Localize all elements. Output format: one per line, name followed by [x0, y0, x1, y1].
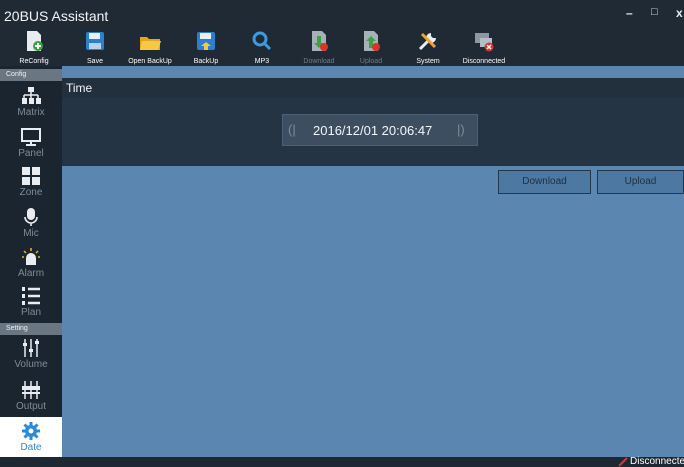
- gear-icon: [22, 422, 40, 440]
- minimize-button[interactable]: –: [626, 6, 633, 20]
- zone-icon: [22, 167, 40, 185]
- next-bracket: |): [457, 122, 465, 137]
- save-icon: [86, 32, 104, 50]
- reconfig-icon: [27, 31, 43, 51]
- system-label: System: [416, 58, 440, 65]
- sidebar-item-zone[interactable]: Zone: [0, 162, 62, 202]
- output-icon: [22, 381, 40, 399]
- upload-toolbar-label: Upload: [359, 58, 383, 65]
- status-bar: Disconnected: [0, 456, 684, 467]
- title-bar: 20BUS Assistant – □ x: [0, 0, 684, 30]
- matrix-icon: [22, 87, 41, 104]
- volume-icon: [23, 339, 39, 357]
- open-backup-button[interactable]: Open BackUp: [122, 28, 178, 66]
- save-label: Save: [87, 58, 103, 65]
- app-title: 20BUS Assistant: [4, 8, 109, 24]
- sidebar-item-panel[interactable]: Panel: [0, 123, 62, 163]
- sidebar-item-plan[interactable]: Plan: [0, 282, 62, 322]
- disconnected-icon: [475, 33, 494, 52]
- upload-icon: [364, 31, 380, 51]
- plan-icon: [22, 287, 40, 305]
- reconfig-label: ReConfig: [19, 58, 49, 65]
- alarm-icon: [22, 248, 40, 265]
- backup-label: BackUp: [193, 58, 219, 65]
- reconfig-button[interactable]: ReConfig: [18, 28, 50, 66]
- close-button[interactable]: x: [676, 6, 683, 20]
- panel-title: Time: [66, 81, 93, 95]
- datetime-picker[interactable]: (| 2016/12/01 20:06:47 |): [282, 114, 478, 146]
- backup-button[interactable]: BackUp: [189, 28, 223, 66]
- mic-icon: [24, 208, 38, 226]
- datetime-value[interactable]: 2016/12/01 20:06:47: [313, 123, 432, 138]
- mp3-button[interactable]: MP3: [247, 28, 277, 66]
- sidebar-item-output[interactable]: Output: [0, 376, 62, 416]
- sidebar-item-date[interactable]: Date: [0, 417, 62, 457]
- status-text: Disconnected: [630, 456, 684, 467]
- download-toolbar-label: Download: [303, 58, 335, 65]
- config-section-header: Config: [0, 69, 62, 81]
- disconnected-label: Disconnected: [462, 58, 506, 65]
- system-button[interactable]: System: [410, 28, 446, 66]
- sidebar-item-matrix[interactable]: Matrix: [0, 82, 62, 122]
- sidebar-label-plan: Plan: [20, 307, 41, 318]
- backup-icon: [197, 32, 215, 50]
- search-icon: [252, 31, 272, 51]
- maximize-button[interactable]: □: [651, 6, 658, 18]
- upload-toolbar-button[interactable]: Upload: [354, 28, 388, 66]
- time-panel-header: Time: [62, 78, 684, 98]
- disconnected-button[interactable]: Disconnected: [456, 28, 512, 66]
- sidebar-label-mic: Mic: [23, 228, 39, 239]
- sidebar-label-zone: Zone: [19, 187, 43, 198]
- save-button[interactable]: Save: [78, 28, 112, 66]
- sidebar-label-alarm: Alarm: [17, 268, 45, 279]
- sidebar-item-mic[interactable]: Mic: [0, 203, 62, 243]
- sidebar-item-alarm[interactable]: Alarm: [0, 243, 62, 283]
- download-icon: [312, 31, 328, 51]
- sidebar-label-panel: Panel: [18, 148, 44, 159]
- toolbar: ReConfig Save Open BackUp BackUp MP3 Dow…: [0, 28, 684, 66]
- mp3-label: MP3: [254, 58, 270, 65]
- folder-icon: [140, 37, 161, 50]
- sidebar-item-volume[interactable]: Volume: [0, 334, 62, 374]
- download-button[interactable]: Download: [498, 170, 591, 194]
- disconnected-status-icon: [618, 457, 628, 467]
- sidebar-label-date: Date: [20, 442, 42, 453]
- download-toolbar-button[interactable]: Download: [296, 28, 342, 66]
- panel-icon: [21, 128, 41, 146]
- tools-icon: [418, 32, 437, 51]
- prev-bracket: (|: [288, 122, 296, 137]
- open-backup-label: Open BackUp: [128, 58, 172, 65]
- upload-button[interactable]: Upload: [597, 170, 684, 194]
- sidebar-label-output: Output: [15, 401, 47, 412]
- sidebar-label-volume: Volume: [14, 359, 48, 370]
- sidebar-label-matrix: Matrix: [17, 107, 45, 118]
